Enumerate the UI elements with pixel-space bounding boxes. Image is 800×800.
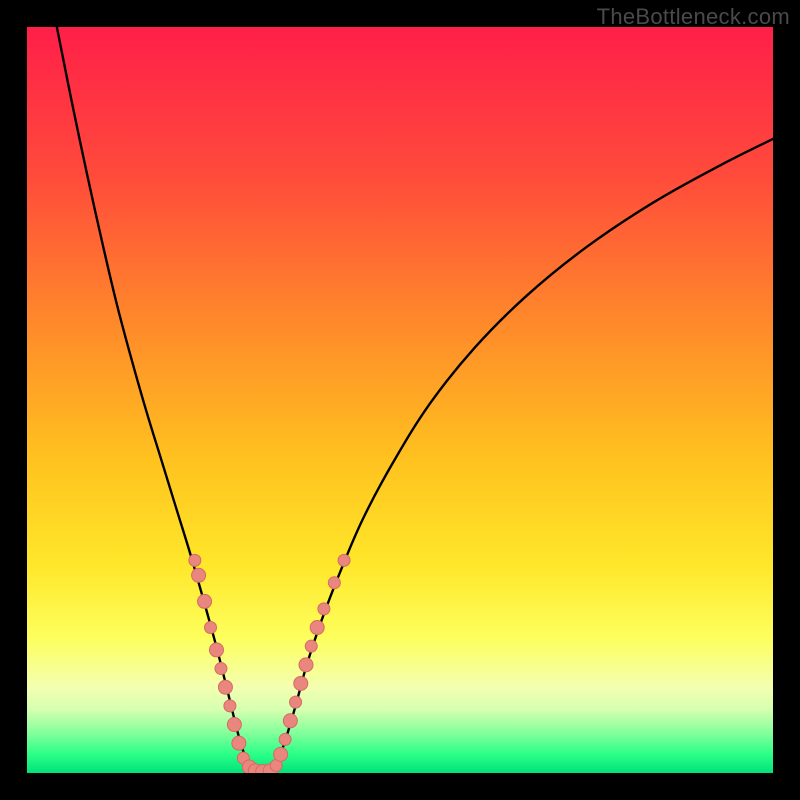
watermark-text: TheBottleneck.com	[597, 4, 790, 30]
data-point	[310, 621, 324, 635]
scatter-points-layer	[27, 27, 773, 773]
plot-area	[27, 27, 773, 773]
data-point	[274, 747, 288, 761]
data-point	[283, 714, 297, 728]
data-point	[279, 733, 291, 745]
data-point	[209, 643, 223, 657]
data-point	[218, 680, 232, 694]
data-point	[232, 736, 246, 750]
chart-frame: TheBottleneck.com	[0, 0, 800, 800]
data-point	[198, 594, 212, 608]
data-point	[189, 554, 201, 566]
data-point	[215, 663, 227, 675]
data-point	[299, 658, 313, 672]
data-point	[227, 718, 241, 732]
data-point	[205, 622, 217, 634]
data-point	[305, 640, 317, 652]
data-point	[290, 696, 302, 708]
data-point	[328, 577, 340, 589]
data-point	[294, 676, 308, 690]
data-point	[338, 554, 350, 566]
data-point	[224, 700, 236, 712]
data-point	[192, 568, 206, 582]
data-point	[318, 603, 330, 615]
